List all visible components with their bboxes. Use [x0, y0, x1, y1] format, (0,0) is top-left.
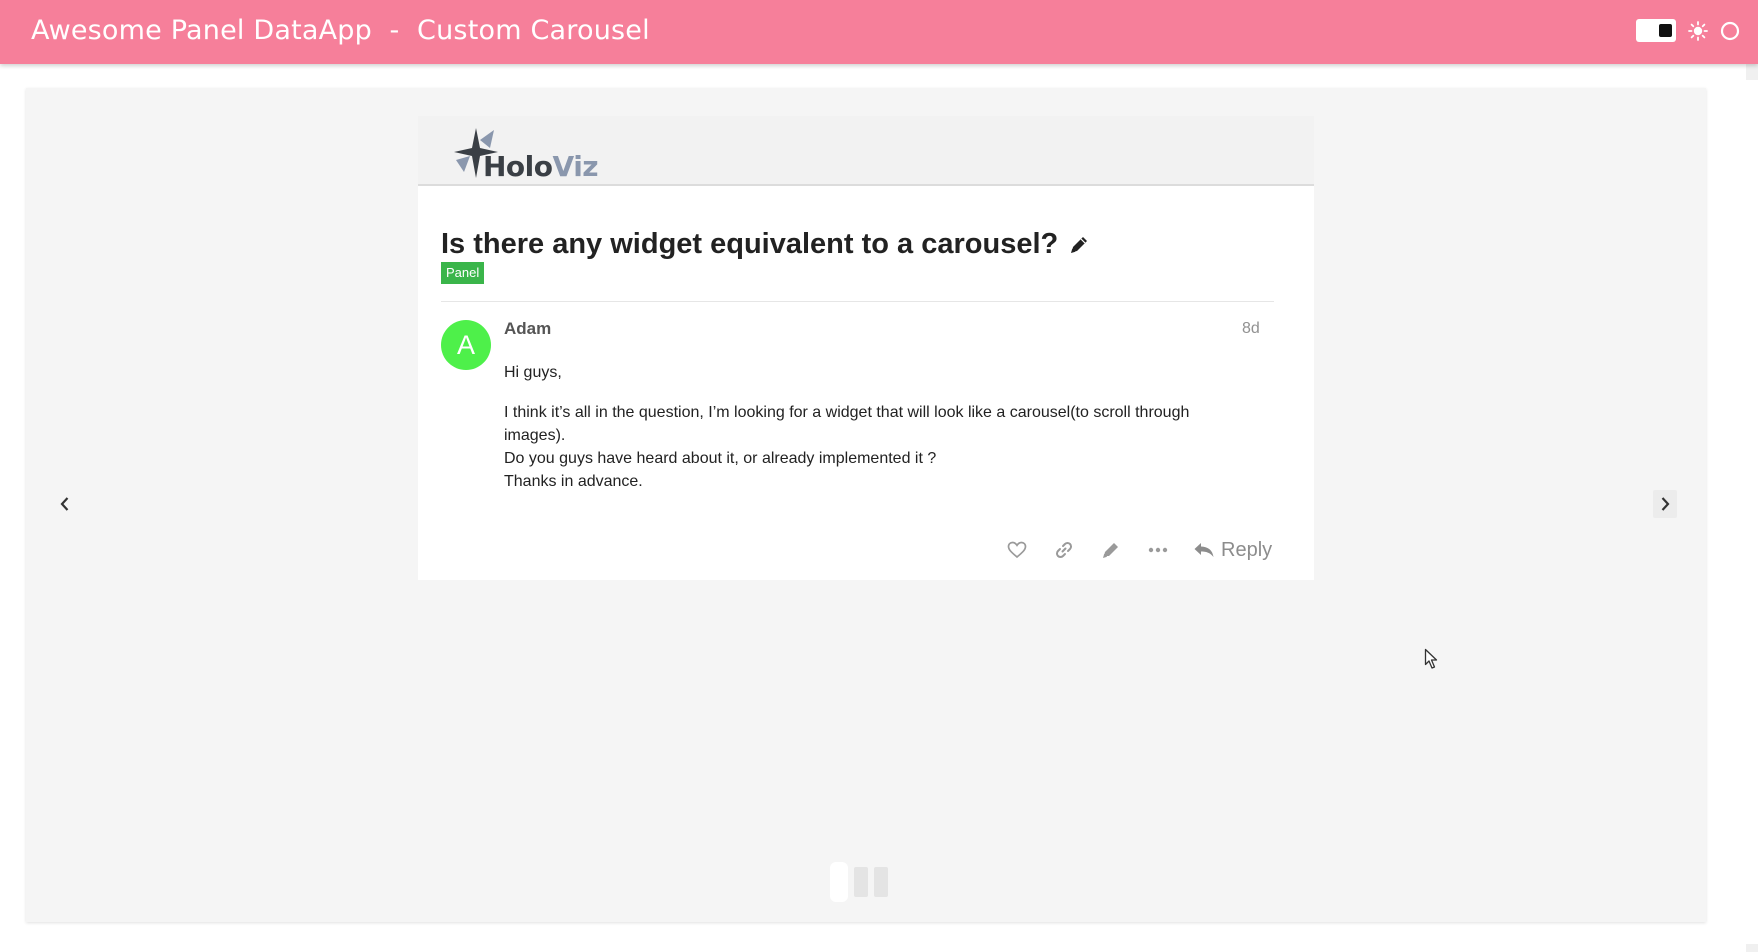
post-age[interactable]: 8d: [1242, 320, 1260, 338]
carousel-indicator[interactable]: [874, 867, 888, 897]
logo-word-accent: Viz: [552, 150, 599, 183]
logo-word-main: Holo: [483, 150, 553, 183]
carousel-indicator[interactable]: [830, 862, 848, 902]
scrollbar-bottom: [1746, 944, 1758, 952]
avatar[interactable]: A: [441, 320, 491, 370]
post-paragraph: Hi guys,: [504, 364, 562, 381]
category-tag[interactable]: Panel: [441, 262, 485, 284]
app-header: Awesome Panel DataApp - Custom Carousel: [0, 0, 1758, 64]
heart-icon: [1007, 541, 1026, 559]
theme-toggle-knob: [1659, 24, 1672, 37]
chevron-right-icon: [1661, 497, 1670, 511]
scrollbar-top: [1746, 64, 1758, 80]
topic-title: Is there any widget equivalent to a caro…: [441, 228, 1090, 261]
divider: [441, 301, 1274, 302]
chevron-left-icon: [60, 497, 69, 511]
pencil-icon: [1102, 543, 1118, 558]
more-dots-icon: [1148, 547, 1167, 553]
theme-toggle[interactable]: [1636, 19, 1676, 42]
carousel-indicators: [830, 862, 888, 902]
post-line: I think it’s all in the question, I’m lo…: [504, 404, 1190, 444]
edit-post-button[interactable]: [1087, 534, 1134, 566]
reply-icon: [1194, 543, 1214, 557]
post-line: Thanks in advance.: [504, 473, 643, 490]
like-button[interactable]: [993, 534, 1040, 566]
share-link-button[interactable]: [1040, 534, 1087, 566]
circle-icon[interactable]: [1720, 21, 1740, 41]
carousel-next-button[interactable]: [1653, 490, 1677, 518]
topic-title-text: Is there any widget equivalent to a caro…: [441, 228, 1059, 260]
post-author[interactable]: Adam: [504, 319, 551, 339]
forum-header: HoloViz: [418, 116, 1314, 186]
post-line: Do you guys have heard about it, or alre…: [504, 450, 937, 467]
post-body: Hi guys, I think it’s all in the questio…: [504, 361, 1244, 493]
carousel-indicator[interactable]: [854, 867, 868, 897]
mouse-cursor-icon: [1424, 648, 1438, 669]
more-actions-button[interactable]: [1134, 534, 1181, 566]
carousel-slide: HoloViz Is there any widget equivalent t…: [418, 116, 1314, 580]
post-actions: Reply: [993, 534, 1272, 566]
sun-icon[interactable]: [1688, 20, 1708, 41]
reply-button[interactable]: Reply: [1193, 539, 1272, 562]
header-controls: [1636, 19, 1740, 42]
holoviz-wordmark: HoloViz: [483, 150, 599, 183]
carousel-prev-button[interactable]: [53, 490, 77, 518]
app-title: Awesome Panel DataApp - Custom Carousel: [31, 15, 650, 46]
link-icon: [1055, 541, 1072, 559]
reply-label: Reply: [1221, 538, 1273, 561]
holoviz-logo: HoloViz: [450, 126, 599, 183]
pencil-icon[interactable]: [1068, 234, 1090, 256]
